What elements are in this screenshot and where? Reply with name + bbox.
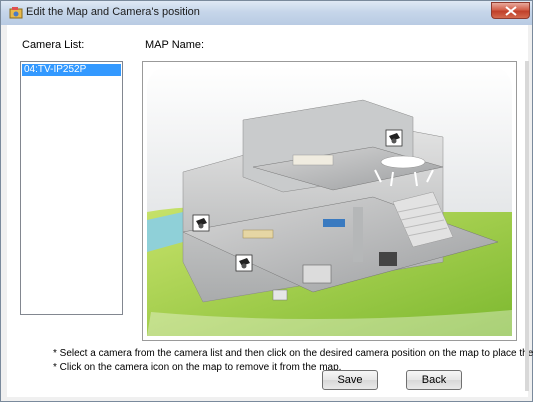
camera-icon[interactable] [385, 129, 403, 147]
camera-list-label: Camera List: [22, 39, 85, 51]
camera-icon[interactable] [235, 254, 253, 272]
instruction-line-1: * Select a camera from the camera list a… [53, 348, 533, 359]
edit-map-window: Edit the Map and Camera's position Camer… [0, 0, 533, 402]
house-map-image [143, 62, 516, 340]
map-name-label: MAP Name: [145, 39, 205, 51]
right-edge-border [525, 61, 529, 391]
close-icon [505, 6, 517, 16]
camera-icon[interactable] [192, 214, 210, 232]
camera-listbox[interactable]: 04:TV-IP252P [20, 61, 123, 315]
title-bar: Edit the Map and Camera's position [1, 1, 532, 25]
back-button[interactable]: Back [406, 370, 462, 390]
window-title: Edit the Map and Camera's position [26, 6, 200, 18]
save-button[interactable]: Save [322, 370, 378, 390]
map-canvas[interactable] [142, 61, 517, 341]
camera-list-item[interactable]: 04:TV-IP252P [22, 64, 121, 76]
instruction-line-2: * Click on the camera icon on the map to… [53, 362, 342, 373]
app-icon [9, 7, 23, 19]
close-button[interactable] [491, 2, 530, 19]
